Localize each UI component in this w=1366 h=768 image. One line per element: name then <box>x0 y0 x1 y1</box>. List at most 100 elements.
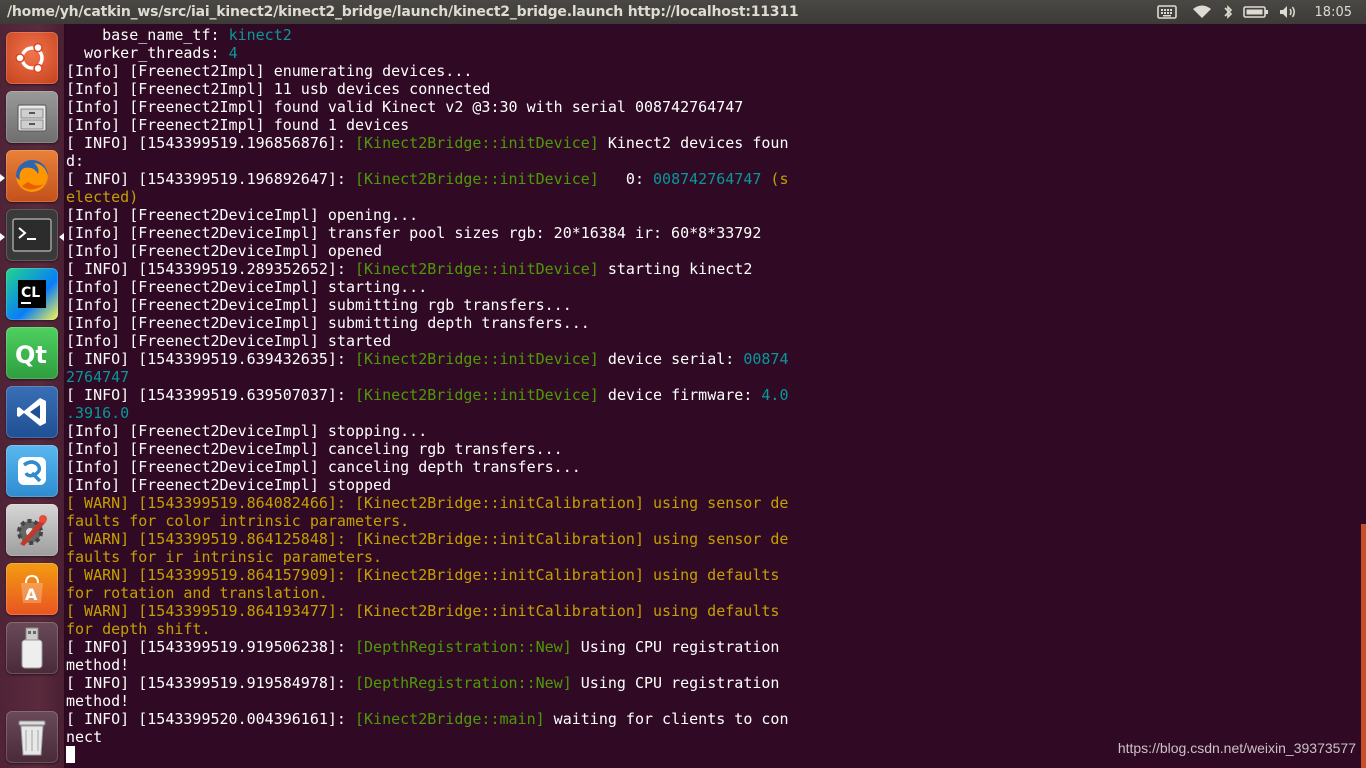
launcher-clion[interactable]: CL <box>6 268 58 320</box>
launcher-vscode[interactable] <box>6 386 58 438</box>
launcher-ubuntu-dash[interactable] <box>6 32 58 84</box>
window-title: /home/yh/catkin_ws/src/iai_kinect2/kinec… <box>7 4 799 20</box>
terminal-text: device serial: <box>598 350 744 368</box>
settings-icon <box>12 510 52 550</box>
qt-icon: Qt <box>12 333 52 373</box>
terminal-text: [Kinect2Bridge::initDevice] <box>354 134 599 152</box>
terminal-output[interactable]: base_name_tf: kinect2 worker_threads: 4 [… <box>66 26 1356 766</box>
terminal-line: [ WARN] [1543399519.864193477]: [Kinect2… <box>66 602 1356 620</box>
clock[interactable]: 18:05 <box>1303 5 1366 20</box>
svg-text:CL: CL <box>21 285 40 301</box>
terminal-line: [Info] [Freenect2DeviceImpl] stopped <box>66 476 1356 494</box>
bluetooth-icon[interactable] <box>1217 0 1239 24</box>
terminal-text: [Info] [Freenect2DeviceImpl] submitting … <box>66 296 572 314</box>
wifi-icon[interactable] <box>1187 0 1217 24</box>
terminal-text: [Kinect2Bridge::initDevice] <box>354 386 599 404</box>
top-panel: /home/yh/catkin_ws/src/iai_kinect2/kinec… <box>0 0 1366 24</box>
trash-icon <box>14 717 50 757</box>
terminal-line: faults for ir intrinsic parameters. <box>66 548 1356 566</box>
terminal-line: .3916.0 <box>66 404 1356 422</box>
launcher-qt-creator[interactable]: Qt <box>6 327 58 379</box>
terminal-line: worker_threads: 4 <box>66 44 1356 62</box>
terminal-line: [ WARN] [1543399519.864157909]: [Kinect2… <box>66 566 1356 584</box>
svg-text:A: A <box>25 585 38 604</box>
terminal-icon <box>12 218 52 252</box>
terminal-line: [Info] [Freenect2Impl] found 1 devices <box>66 116 1356 134</box>
terminal-line: d: <box>66 152 1356 170</box>
terminal-text: d: <box>66 152 85 170</box>
terminal-text: starting kinect2 <box>598 260 753 278</box>
terminal-text: [Kinect2Bridge::initDevice] <box>354 350 599 368</box>
terminal-text: [Info] [Freenect2DeviceImpl] stopping... <box>66 422 428 440</box>
indicator-area: 18:05 <box>1147 0 1366 24</box>
terminal-line: for rotation and translation. <box>66 584 1356 602</box>
terminal-text: [Info] [Freenect2DeviceImpl] canceling d… <box>66 458 581 476</box>
terminal-line: [ INFO] [1543399519.196856876]: [Kinect2… <box>66 134 1356 152</box>
terminal-text: for rotation and translation. <box>66 584 328 602</box>
terminal-line: [ INFO] [1543399519.919584978]: [DepthRe… <box>66 674 1356 692</box>
terminal-text: device firmware: <box>598 386 762 404</box>
terminal-line: [Info] [Freenect2DeviceImpl] starting... <box>66 278 1356 296</box>
terminal-text: [Info] [Freenect2DeviceImpl] transfer po… <box>66 224 762 242</box>
volume-icon[interactable] <box>1273 0 1303 24</box>
terminal-text: [Kinect2Bridge::initDevice] <box>354 260 599 278</box>
usb-drive-icon <box>17 626 47 670</box>
terminal-text: .3916.0 <box>66 404 130 422</box>
terminal-line: 2764747 <box>66 368 1356 386</box>
launcher-terminal[interactable] <box>6 209 58 261</box>
terminal-text: [Info] [Freenect2DeviceImpl] canceling r… <box>66 440 563 458</box>
terminal-line: [Info] [Freenect2DeviceImpl] opened <box>66 242 1356 260</box>
launcher-software-center[interactable]: A <box>6 563 58 615</box>
terminal-line: [Info] [Freenect2DeviceImpl] stopping... <box>66 422 1356 440</box>
wps-icon <box>14 453 50 489</box>
terminal-line: [ WARN] [1543399519.864082466]: [Kinect2… <box>66 494 1356 512</box>
terminal-scrollbar[interactable] <box>1361 524 1366 768</box>
terminal-line: faults for color intrinsic parameters. <box>66 512 1356 530</box>
terminal-line: [ INFO] [1543399519.289352652]: [Kinect2… <box>66 260 1356 278</box>
terminal-text: [ WARN] [1543399519.864193477]: [Kinect2… <box>66 602 780 620</box>
terminal-text: [Kinect2Bridge::initDevice] <box>354 170 599 188</box>
terminal-line: method! <box>66 656 1356 674</box>
terminal-text: [Info] [Freenect2DeviceImpl] opening... <box>66 206 419 224</box>
terminal-line: elected) <box>66 188 1356 206</box>
terminal-text: [ INFO] [1543399519.196892647]: <box>66 170 355 188</box>
terminal-text: [ WARN] [1543399519.864157909]: [Kinect2… <box>66 566 780 584</box>
launcher-files[interactable] <box>6 91 58 143</box>
terminal-text: [DepthRegistration::New] <box>354 674 572 692</box>
terminal-text: [ INFO] [1543399519.289352652]: <box>66 260 355 278</box>
terminal-line: base_name_tf: kinect2 <box>66 26 1356 44</box>
terminal-text: [Info] [Freenect2DeviceImpl] stopped <box>66 476 392 494</box>
file-cabinet-icon <box>14 99 50 135</box>
terminal-line: [ INFO] [1543399519.196892647]: [Kinect2… <box>66 170 1356 188</box>
terminal-text: [Info] [Freenect2Impl] 11 usb devices co… <box>66 80 491 98</box>
battery-icon[interactable] <box>1239 0 1273 24</box>
terminal-text: [Kinect2Bridge::main] <box>354 710 545 728</box>
terminal-text: [Info] [Freenect2DeviceImpl] submitting … <box>66 314 590 332</box>
keyboard-icon[interactable] <box>1147 0 1187 24</box>
terminal-text: [ INFO] [1543399519.919506238]: <box>66 638 355 656</box>
terminal-text: [Info] [Freenect2Impl] found 1 devices <box>66 116 410 134</box>
terminal-text: [Info] [Freenect2DeviceImpl] opened <box>66 242 383 260</box>
terminal-text: worker_threads: <box>66 44 229 62</box>
terminal-text: waiting for clients to con <box>544 710 789 728</box>
terminal-text: [Info] [Freenect2DeviceImpl] started <box>66 332 392 350</box>
terminal-line: [Info] [Freenect2Impl] found valid Kinec… <box>66 98 1356 116</box>
terminal-line: [Info] [Freenect2DeviceImpl] opening... <box>66 206 1356 224</box>
firefox-icon <box>12 156 52 196</box>
terminal-text: method! <box>66 656 130 674</box>
terminal-line: [Info] [Freenect2DeviceImpl] transfer po… <box>66 224 1356 242</box>
text-cursor <box>66 746 75 763</box>
terminal-line: [ INFO] [1543399520.004396161]: [Kinect2… <box>66 710 1356 728</box>
terminal-line: [ WARN] [1543399519.864125848]: [Kinect2… <box>66 530 1356 548</box>
launcher-trash[interactable] <box>6 711 58 763</box>
launcher-system-settings[interactable] <box>6 504 58 556</box>
running-indicator <box>0 233 5 241</box>
terminal-text: Using CPU registration <box>571 638 780 656</box>
terminal-text: faults for color intrinsic parameters. <box>66 512 410 530</box>
terminal-line: [ INFO] [1543399519.639507037]: [Kinect2… <box>66 386 1356 404</box>
terminal-text: [ WARN] [1543399519.864082466]: [Kinect2… <box>66 494 789 512</box>
launcher-usb-drive[interactable] <box>6 622 58 674</box>
launcher-wps[interactable] <box>6 445 58 497</box>
terminal-text: [ INFO] [1543399519.919584978]: <box>66 674 355 692</box>
launcher-firefox[interactable] <box>6 150 58 202</box>
